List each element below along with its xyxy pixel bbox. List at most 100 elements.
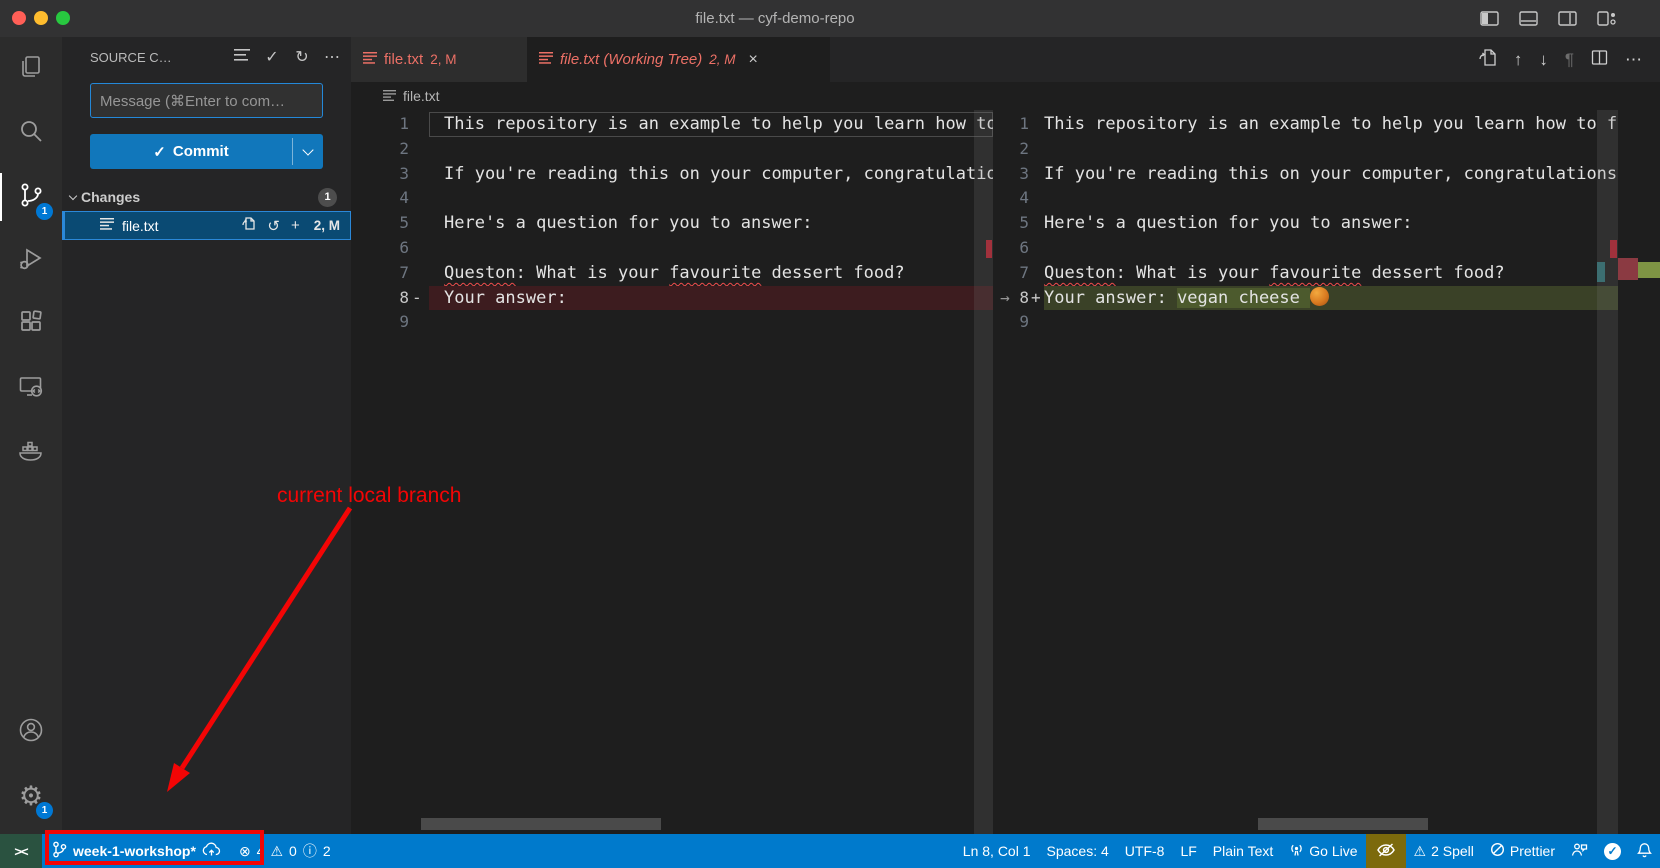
diff-revert-arrow-icon[interactable]: [993, 236, 1017, 261]
code-text: Queston: What is your favourite dessert …: [1044, 261, 1618, 286]
line-number: 3: [351, 162, 409, 187]
diff-pane-original[interactable]: 1This repository is an example to help y…: [351, 110, 993, 834]
view-as-tree-icon[interactable]: [233, 48, 251, 67]
left-vertical-scrollbar[interactable]: [974, 110, 993, 834]
code-line: 9: [993, 310, 1660, 335]
sidebar-item-run-debug[interactable]: [0, 229, 62, 293]
commit-message-input[interactable]: Message (⌘Enter to com…: [90, 83, 323, 118]
code-text: [429, 186, 993, 211]
indentation-item[interactable]: Spaces: 4: [1039, 834, 1117, 868]
split-editor-icon[interactable]: [1591, 49, 1608, 71]
code-text: [1044, 137, 1618, 162]
sidebar-item-source-control[interactable]: 1: [0, 165, 62, 229]
git-branch-item[interactable]: week-1-workshop*: [42, 834, 231, 868]
code-text: If you're reading this on your computer,…: [429, 162, 993, 187]
toggle-panel-icon[interactable]: [1517, 7, 1540, 30]
diff-sign: [1029, 236, 1044, 261]
changes-section-header[interactable]: Changes 1: [62, 183, 351, 211]
diff-sign: [409, 211, 429, 236]
eol-item[interactable]: LF: [1172, 834, 1204, 868]
toggle-sidebar-icon[interactable]: [1478, 7, 1501, 30]
spell-warnings-item[interactable]: ⚠ 2 Spell: [1406, 834, 1482, 868]
next-change-icon[interactable]: ↓: [1539, 50, 1548, 70]
checkmark-item[interactable]: ✓: [1596, 834, 1629, 868]
notifications-item[interactable]: [1629, 834, 1660, 868]
sidebar-item-settings[interactable]: ⚙ 1: [0, 764, 62, 828]
diff-revert-arrow-icon[interactable]: [993, 310, 1017, 335]
encoding-item[interactable]: UTF-8: [1117, 834, 1173, 868]
code-line: 5Here's a question for you to answer:: [351, 211, 993, 236]
code-text: Your answer: vegan cheese 🧆: [1044, 286, 1618, 311]
diff-revert-arrow-icon[interactable]: [993, 211, 1017, 236]
open-changes-icon[interactable]: [1478, 48, 1497, 72]
file-icon: [100, 217, 114, 235]
code-line: 4: [993, 186, 1660, 211]
commit-button[interactable]: ✓Commit: [90, 134, 323, 169]
line-number: 1: [1017, 112, 1029, 137]
go-live-item[interactable]: Go Live: [1281, 834, 1365, 868]
diff-sign: [409, 137, 429, 162]
spell-checker-disabled-item[interactable]: [1366, 834, 1406, 868]
right-vertical-scrollbar[interactable]: [1597, 110, 1618, 834]
sidebar-item-search[interactable]: [0, 101, 62, 165]
stage-changes-icon[interactable]: +: [291, 217, 300, 234]
more-actions-icon[interactable]: ⋯: [323, 47, 341, 67]
diff-pane-modified[interactable]: 1 This repository is an example to help y…: [993, 110, 1660, 834]
info-icon: ⓘ: [303, 841, 317, 861]
tab-bar: file.txt 2, M file.txt (Working Tree) 2,…: [351, 37, 1660, 82]
diff-sign: [1029, 137, 1044, 162]
line-number: 6: [351, 236, 409, 261]
close-tab-icon[interactable]: ×: [749, 51, 758, 69]
diff-revert-arrow-icon[interactable]: [993, 162, 1017, 187]
tab-file-txt-working-tree[interactable]: file.txt (Working Tree) 2, M ×: [527, 37, 830, 82]
chevron-down-icon: [302, 144, 313, 155]
problems-item[interactable]: ⊗4 ⚠0 ⓘ2: [231, 834, 339, 868]
whitespace-toggle-icon[interactable]: ¶: [1565, 50, 1574, 70]
feedback-item[interactable]: [1563, 834, 1596, 868]
prettier-item[interactable]: Prettier: [1482, 834, 1563, 868]
open-file-icon[interactable]: [241, 216, 256, 235]
diff-revert-arrow-icon[interactable]: [993, 186, 1017, 211]
line-number: 3: [1017, 162, 1029, 187]
file-icon: [363, 51, 377, 68]
code-line: →8+Your answer: vegan cheese 🧆: [993, 286, 1660, 311]
sidebar-item-explorer[interactable]: [0, 37, 62, 101]
language-mode-item[interactable]: Plain Text: [1205, 834, 1281, 868]
check-icon: ✓: [153, 143, 166, 161]
customize-layout-icon[interactable]: [1595, 7, 1618, 30]
line-number: 2: [1017, 137, 1029, 162]
changed-file-row[interactable]: file.txt ↺ + 2, M: [62, 211, 351, 240]
sidebar-item-docker[interactable]: [0, 421, 62, 485]
remote-indicator[interactable]: ><: [0, 834, 42, 868]
code-line: 7Queston: What is your favourite dessert…: [351, 261, 993, 286]
diff-sign: [1029, 162, 1044, 187]
cursor-position-item[interactable]: Ln 8, Col 1: [955, 834, 1039, 868]
eye-slash-icon: [1376, 842, 1396, 861]
left-horizontal-scrollbar[interactable]: [421, 818, 661, 830]
sidebar-item-accounts[interactable]: [0, 700, 62, 764]
file-icon: [539, 51, 553, 68]
code-text: This repository is an example to help yo…: [1044, 112, 1618, 137]
diff-revert-arrow-icon[interactable]: [993, 261, 1017, 286]
sidebar-item-remote-explorer[interactable]: [0, 357, 62, 421]
toggle-secondary-sidebar-icon[interactable]: [1556, 7, 1579, 30]
tab-file-txt[interactable]: file.txt 2, M: [351, 37, 527, 82]
diff-sign: [1029, 261, 1044, 286]
breadcrumb[interactable]: file.txt: [351, 82, 1660, 110]
code-line: 4: [351, 186, 993, 211]
refresh-icon[interactable]: ↻: [293, 47, 311, 67]
diff-sign: [409, 162, 429, 187]
more-actions-icon[interactable]: ⋯: [1625, 50, 1642, 70]
commit-check-icon[interactable]: ✓: [263, 47, 281, 67]
commit-dropdown-button[interactable]: [293, 134, 323, 169]
diff-revert-arrow-icon[interactable]: [993, 137, 1017, 162]
line-number: 5: [1017, 211, 1029, 236]
diff-revert-arrow-icon[interactable]: →: [993, 286, 1017, 311]
previous-change-icon[interactable]: ↑: [1514, 50, 1523, 70]
sidebar-item-extensions[interactable]: [0, 293, 62, 357]
code-line: 6: [993, 236, 1660, 261]
diff-revert-arrow-icon[interactable]: [993, 112, 1017, 137]
check-circle-icon: ✓: [1604, 843, 1621, 860]
right-horizontal-scrollbar[interactable]: [1258, 818, 1428, 830]
discard-changes-icon[interactable]: ↺: [267, 217, 280, 235]
